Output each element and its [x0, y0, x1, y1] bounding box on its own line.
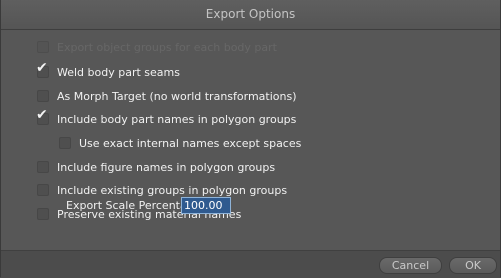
- include-existing-groups-checkbox[interactable]: [37, 184, 49, 196]
- checkmark-icon: ✔: [36, 60, 48, 76]
- option-weld-seams[interactable]: ✔ Weld body part seams: [36, 61, 180, 79]
- morph-target-checkbox[interactable]: [37, 90, 49, 102]
- include-existing-groups-label: Include existing groups in polygon group…: [57, 183, 288, 197]
- export-object-groups-checkbox: [37, 41, 49, 53]
- export-options-dialog: Export Options Export object groups for …: [0, 0, 501, 278]
- exact-internal-names-checkbox[interactable]: [59, 137, 71, 149]
- dialog-footer: Cancel OK: [1, 250, 500, 278]
- include-figure-names-checkbox[interactable]: [37, 161, 49, 173]
- export-scale-input[interactable]: [181, 197, 231, 214]
- preserve-material-names-checkbox[interactable]: [37, 208, 49, 220]
- include-figure-names-label: Include figure names in polygon groups: [57, 160, 276, 174]
- option-include-figure-names[interactable]: Include figure names in polygon groups: [37, 160, 275, 174]
- include-body-part-names-label: Include body part names in polygon group…: [57, 112, 297, 126]
- ok-button[interactable]: OK: [449, 257, 497, 274]
- exact-internal-names-label: Use exact internal names except spaces: [79, 136, 302, 150]
- option-morph-target[interactable]: As Morph Target (no world transformation…: [37, 89, 297, 103]
- export-object-groups-label: Export object groups for each body part: [57, 40, 277, 54]
- weld-seams-checkbox[interactable]: ✔: [36, 61, 49, 78]
- option-include-body-part-names[interactable]: ✔ Include body part names in polygon gro…: [36, 108, 297, 126]
- weld-seams-label: Weld body part seams: [57, 65, 180, 79]
- option-export-object-groups: Export object groups for each body part: [37, 40, 277, 54]
- dialog-title: Export Options: [1, 0, 500, 30]
- options-panel: Export object groups for each body part …: [1, 30, 500, 250]
- option-exact-internal-names[interactable]: Use exact internal names except spaces: [59, 136, 301, 150]
- option-include-existing-groups[interactable]: Include existing groups in polygon group…: [37, 183, 287, 197]
- morph-target-label: As Morph Target (no world transformation…: [57, 89, 297, 103]
- cancel-button[interactable]: Cancel: [379, 257, 442, 274]
- include-body-part-names-checkbox[interactable]: ✔: [36, 108, 49, 125]
- checkmark-icon: ✔: [36, 107, 48, 123]
